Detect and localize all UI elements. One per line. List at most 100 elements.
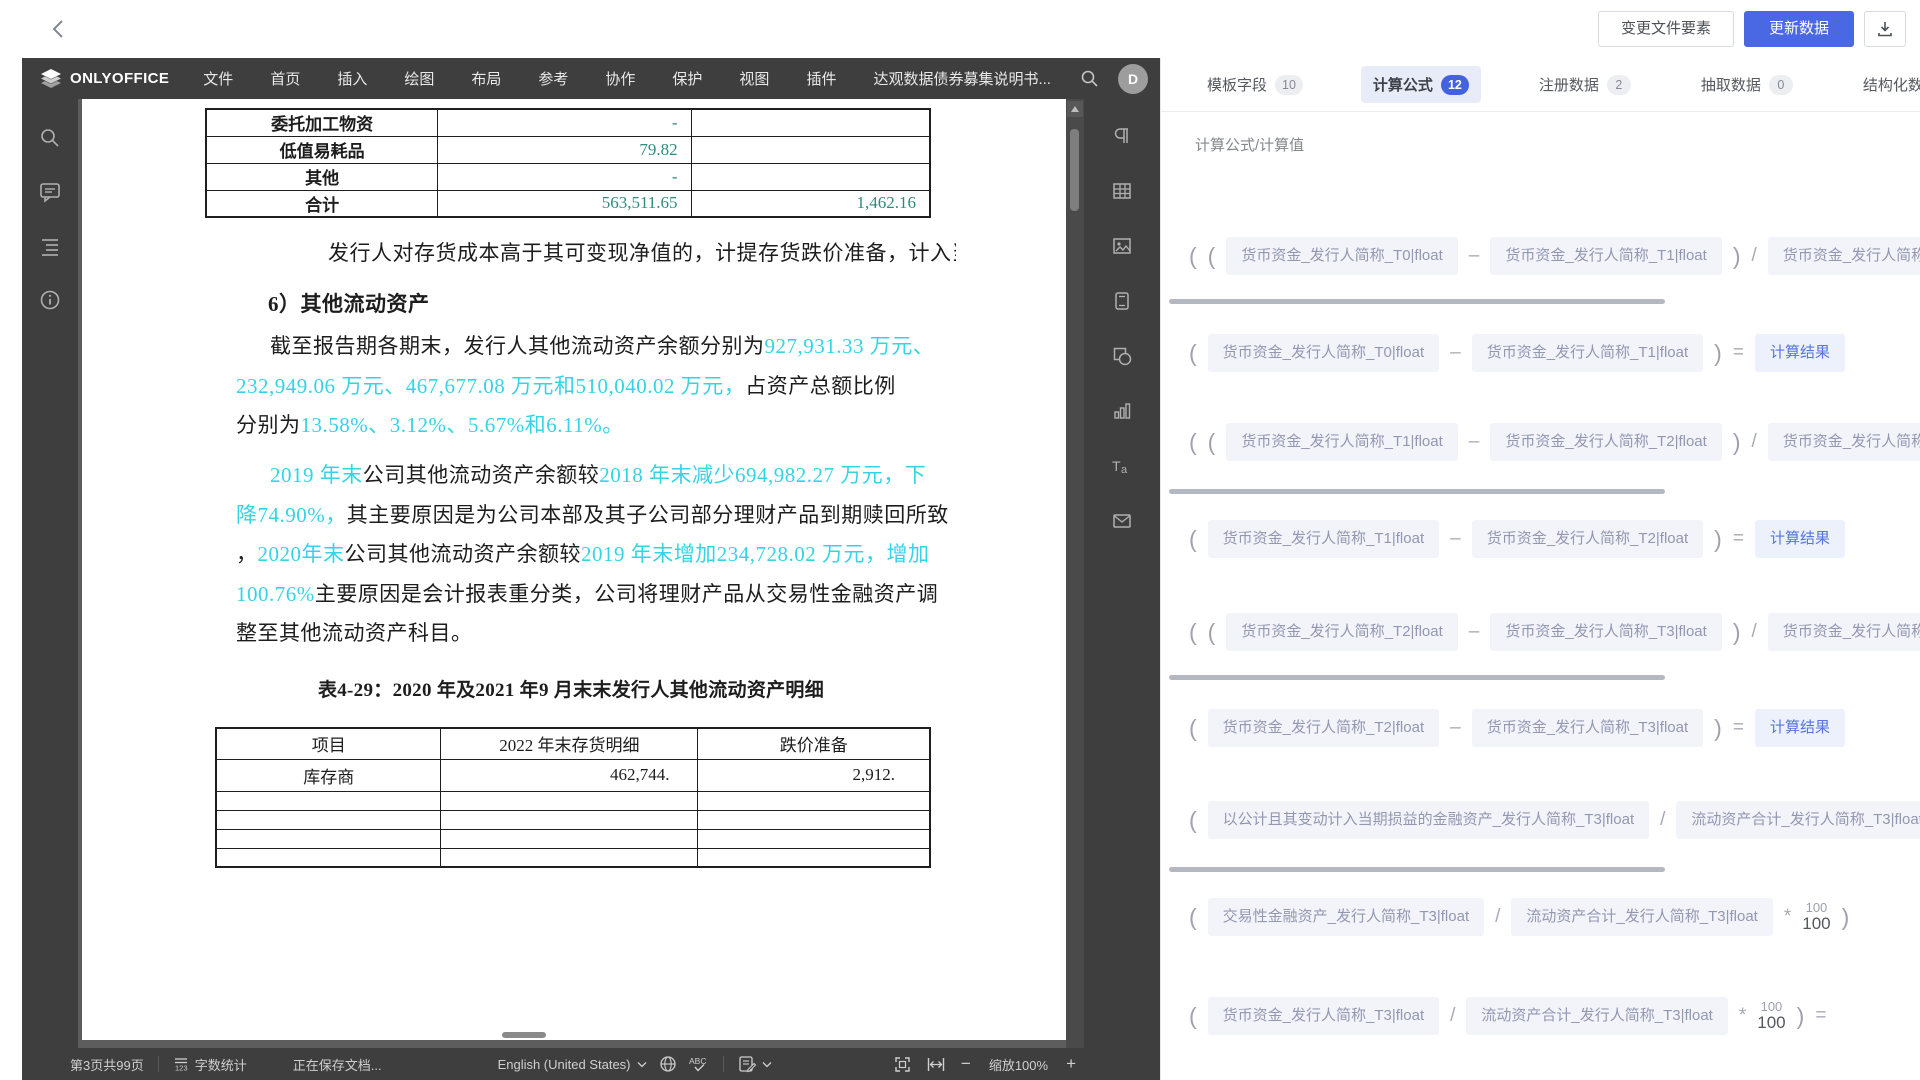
navigation-icon[interactable]	[37, 233, 63, 259]
download-button[interactable]	[1864, 11, 1906, 47]
user-avatar[interactable]: D	[1118, 64, 1148, 94]
field-pill[interactable]: 货币资金_发行人简称_T2|float	[1472, 520, 1703, 558]
field-pill[interactable]: 交易性金融资产_发行人简称_T3|float	[1208, 898, 1484, 936]
formula-row: ((货币资金_发行人简称_T2|float–货币资金_发行人简称_T3|floa…	[1189, 613, 1920, 651]
zoom-in-button[interactable]: +	[1066, 1054, 1076, 1074]
field-pill[interactable]: 货币资金_发行人简称_T3|float	[1768, 613, 1920, 651]
doc-text: ，	[236, 542, 258, 566]
table-settings-icon[interactable]	[1109, 178, 1135, 204]
tab-3[interactable]: 注册数据2	[1527, 66, 1643, 103]
comments-icon[interactable]	[37, 179, 63, 205]
zoom-level[interactable]: 缩放100%	[989, 1055, 1048, 1074]
field-pill[interactable]: 货币资金_发行人简称_T1|float	[1226, 423, 1457, 461]
formula-paren: (	[1208, 429, 1216, 456]
menu-item-10[interactable]: 插件	[806, 68, 836, 89]
table-cell: 563,511.65	[438, 190, 691, 217]
right-toolbar: Ta	[1084, 99, 1160, 1048]
chart-settings-icon[interactable]	[1109, 398, 1135, 424]
table-cell: 其他	[206, 163, 438, 190]
result-pill[interactable]: 计算结果	[1755, 709, 1845, 747]
tab-5[interactable]: 结构化数据0	[1851, 66, 1920, 103]
table-row: 低值易耗品79.82	[206, 136, 930, 163]
shape-settings-icon[interactable]	[1109, 343, 1135, 369]
image-settings-icon[interactable]	[1109, 233, 1135, 259]
menu-item-8[interactable]: 保护	[672, 68, 702, 89]
field-pill[interactable]: 货币资金_发行人简称_T1|float	[1490, 237, 1721, 275]
text-art-settings-icon[interactable]: Ta	[1109, 453, 1135, 479]
fit-width-icon[interactable]	[927, 1057, 945, 1072]
table-cell	[216, 848, 441, 867]
word-count[interactable]: 123 字数统计	[173, 1055, 247, 1074]
page-indicator[interactable]: 第3页共99页	[70, 1055, 144, 1074]
menu-item-1[interactable]: 文件	[203, 68, 233, 89]
spellcheck-icon[interactable]: ABC	[689, 1055, 709, 1073]
field-pill[interactable]: 流动资产合计_发行人简称_T3|float	[1466, 997, 1727, 1035]
top-header: 变更文件要素 更新数据	[0, 0, 1920, 58]
language-selector[interactable]: English (United States)	[498, 1057, 647, 1072]
update-data-button[interactable]: 更新数据	[1744, 11, 1854, 47]
field-pill[interactable]: 流动资产合计_发行人简称_T3|float	[1511, 898, 1772, 936]
doc-heading: 6）其他流动资产	[236, 284, 956, 324]
track-changes-control[interactable]	[738, 1055, 772, 1073]
workspace: 委托加工物资-低值易耗品79.82其他-合计563,511.651,462.16…	[22, 99, 1160, 1048]
field-pill[interactable]: 货币资金_发行人简称_T2|float	[1490, 423, 1721, 461]
table-cell: 低值易耗品	[206, 136, 438, 163]
headers-footers-icon[interactable]	[1109, 288, 1135, 314]
result-pill[interactable]: 计算结果	[1755, 520, 1845, 558]
field-pill[interactable]: 流动资产合计_发行人简称_T3|float	[1676, 801, 1920, 839]
paragraph-settings-icon[interactable]	[1109, 123, 1135, 149]
menu-item-3[interactable]: 插入	[337, 68, 367, 89]
table-row: 合计563,511.651,462.16	[206, 190, 930, 217]
result-pill[interactable]: 计算结果	[1755, 334, 1845, 372]
vertical-scrollbar-thumb[interactable]	[1070, 129, 1079, 211]
field-pill[interactable]: 货币资金_发行人简称_T1|float	[1208, 520, 1439, 558]
highlighted-value: 2019 年末增加234,728.02 万元，增加	[581, 542, 930, 566]
saving-status: 正在保存文档...	[293, 1055, 382, 1074]
tab-1[interactable]: 模板字段10	[1195, 66, 1315, 103]
field-pill[interactable]: 货币资金_发行人简称_T0|float	[1208, 334, 1439, 372]
formula-row: ((货币资金_发行人简称_T0|float–货币资金_发行人简称_T1|floa…	[1189, 237, 1920, 275]
field-pill[interactable]: 货币资金_发行人简称_T1|float	[1472, 334, 1703, 372]
doc-text-line: 截至报告期各期末，发行人其他流动资产余额分别为927,931.33 万元、	[236, 326, 956, 366]
tab-4[interactable]: 抽取数据0	[1689, 66, 1805, 103]
menu-item-9[interactable]: 视图	[739, 68, 769, 89]
tab-2[interactable]: 计算公式12	[1361, 66, 1481, 103]
document-language-icon[interactable]	[659, 1055, 677, 1073]
field-pill[interactable]: 货币资金_发行人简称_T3|float	[1208, 997, 1439, 1035]
menu-item-7[interactable]: 协作	[605, 68, 635, 89]
formula-operator: /	[1752, 621, 1757, 643]
menu-item-11[interactable]: 达观数据债券募集说明书...	[873, 68, 1051, 89]
doc-paragraph-1: 发行人对存货成本高于其可变现净值的，计提存货跌价准备，计入当期损益。	[236, 233, 956, 273]
zoom-out-button[interactable]: −	[961, 1054, 971, 1074]
formula-paren: )	[1714, 526, 1722, 553]
fraction-value[interactable]: 100100	[1802, 901, 1830, 934]
highlighted-value: 2018 年末减少694,982.27 万元，下	[599, 463, 926, 487]
highlighted-value: 100.76%	[236, 582, 315, 606]
field-pill[interactable]: 货币资金_发行人简称_T1|float	[1768, 237, 1920, 275]
field-pill[interactable]: 货币资金_发行人简称_T2|float	[1208, 709, 1439, 747]
formula-group-divider	[1169, 489, 1665, 494]
field-pill[interactable]: 以公计且其变动计入当期损益的金融资产_发行人简称_T3|float	[1208, 801, 1649, 839]
mail-merge-icon[interactable]	[1109, 508, 1135, 534]
back-icon[interactable]	[46, 16, 72, 42]
fraction-value[interactable]: 100100	[1757, 1000, 1785, 1033]
field-pill[interactable]: 货币资金_发行人简称_T2|float	[1226, 613, 1457, 651]
about-icon[interactable]	[37, 287, 63, 313]
field-pill[interactable]: 货币资金_发行人简称_T2|float	[1768, 423, 1920, 461]
find-icon[interactable]	[37, 125, 63, 151]
menu-item-4[interactable]: 绘图	[404, 68, 434, 89]
horizontal-scrollbar-thumb[interactable]	[502, 1032, 546, 1038]
field-pill[interactable]: 货币资金_发行人简称_T3|float	[1472, 709, 1703, 747]
change-file-elements-button[interactable]: 变更文件要素	[1598, 11, 1734, 47]
field-pill[interactable]: 货币资金_发行人简称_T0|float	[1226, 237, 1457, 275]
menu-item-2[interactable]: 首页	[270, 68, 300, 89]
menu-item-5[interactable]: 布局	[471, 68, 501, 89]
vertical-scrollbar[interactable]	[1066, 99, 1084, 1048]
document-page[interactable]: 委托加工物资-低值易耗品79.82其他-合计563,511.651,462.16…	[82, 99, 1066, 1040]
fit-page-icon[interactable]	[894, 1056, 911, 1073]
scroll-up-icon[interactable]	[1067, 101, 1083, 117]
field-pill[interactable]: 货币资金_发行人简称_T3|float	[1490, 613, 1721, 651]
doc-text-line: 整至其他流动资产科目。	[236, 613, 956, 653]
menu-item-6[interactable]: 参考	[538, 68, 568, 89]
search-icon[interactable]	[1076, 66, 1102, 92]
